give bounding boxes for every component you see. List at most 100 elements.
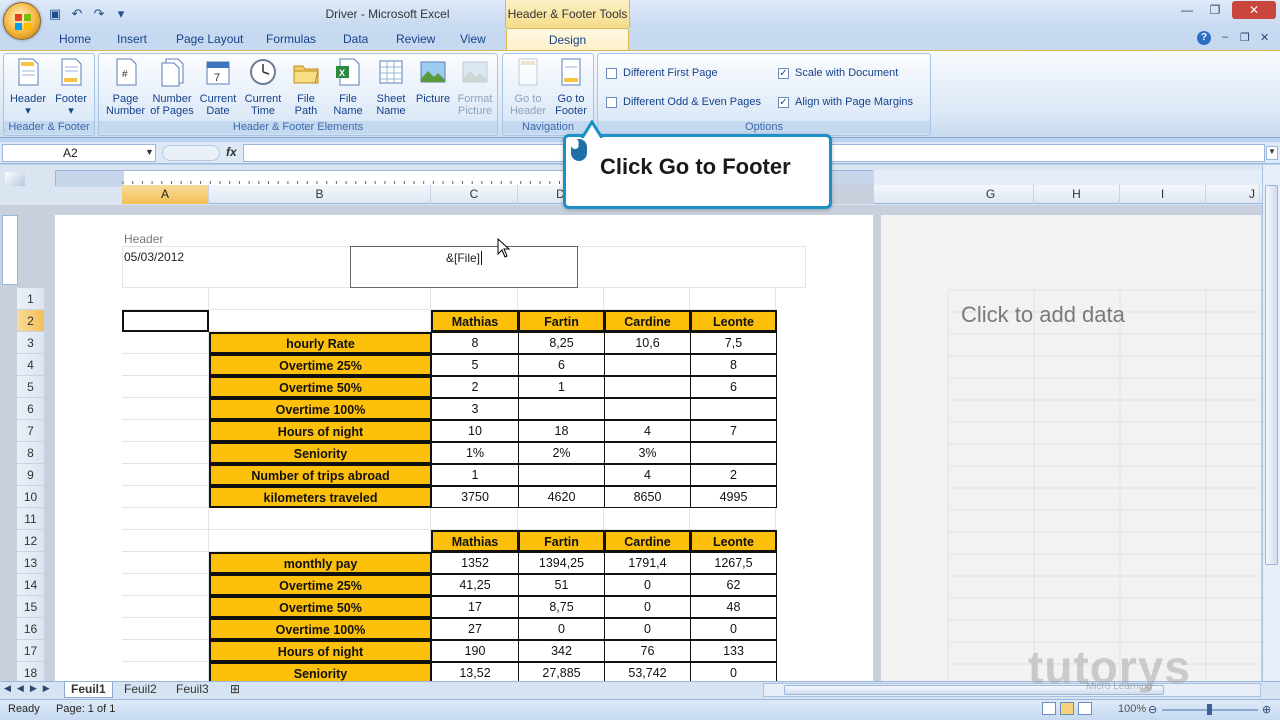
tab-insert[interactable]: Insert <box>117 32 147 46</box>
zoom-in-icon[interactable]: ⊕ <box>1262 703 1271 716</box>
value-cell[interactable]: 0 <box>604 596 691 618</box>
zoom-level[interactable]: 100% <box>1118 703 1146 715</box>
value-cell[interactable]: 17 <box>431 596 519 618</box>
restore-icon[interactable]: ❐ <box>1202 1 1228 19</box>
align-with-page-margins-checkbox[interactable]: ✓ Align with Page Margins <box>778 96 913 108</box>
value-cell[interactable] <box>604 354 691 376</box>
undo-icon[interactable]: ↶ <box>68 5 86 23</box>
ribbon-minimize-icon[interactable]: – <box>1222 31 1228 43</box>
value-cell[interactable] <box>604 376 691 398</box>
value-cell[interactable]: 0 <box>604 574 691 596</box>
checkbox-box[interactable] <box>606 96 617 108</box>
row-label-cell[interactable]: Overtime 25% <box>209 354 432 376</box>
value-cell[interactable]: 2 <box>690 464 777 486</box>
value-cell[interactable] <box>518 464 605 486</box>
sheet-tab-feuil1[interactable]: Feuil1 <box>64 682 113 698</box>
value-cell[interactable]: 1% <box>431 442 519 464</box>
value-cell[interactable]: 1 <box>431 464 519 486</box>
value-cell[interactable]: 190 <box>431 640 519 662</box>
value-cell[interactable]: 6 <box>690 376 777 398</box>
value-cell[interactable]: 0 <box>690 618 777 640</box>
row-label-cell[interactable]: hourly Rate <box>209 332 432 354</box>
value-cell[interactable]: 62 <box>690 574 777 596</box>
row-header[interactable]: 11 <box>17 508 44 530</box>
file-path-button[interactable]: File Path <box>286 57 326 117</box>
value-cell[interactable]: 41,25 <box>431 574 519 596</box>
row-header[interactable]: 4 <box>17 354 44 376</box>
row-label-cell[interactable]: Overtime 25% <box>209 574 432 596</box>
col-header-a[interactable]: A <box>122 185 209 204</box>
value-cell[interactable]: 4 <box>604 464 691 486</box>
value-cell[interactable]: 18 <box>518 420 605 442</box>
expand-formula-bar-icon[interactable]: ▼ <box>1266 146 1278 160</box>
value-cell[interactable]: 7 <box>690 420 777 442</box>
select-all-corner[interactable] <box>5 172 25 186</box>
vertical-scrollbar[interactable] <box>1262 165 1280 681</box>
grid-cell[interactable] <box>122 640 209 662</box>
checkbox-checked[interactable]: ✓ <box>778 96 789 108</box>
zoom-out-icon[interactable]: ⊖ <box>1148 703 1157 716</box>
row-header[interactable]: 9 <box>17 464 44 486</box>
value-cell[interactable]: 7,5 <box>690 332 777 354</box>
grid-cell[interactable] <box>209 530 431 552</box>
save-icon[interactable]: ▣ <box>46 5 64 23</box>
column-name-cell[interactable]: Leonte <box>690 530 777 552</box>
value-cell[interactable]: 1 <box>518 376 605 398</box>
selected-cell-a2[interactable] <box>122 310 209 332</box>
row-label-cell[interactable]: Overtime 50% <box>209 376 432 398</box>
value-cell[interactable]: 133 <box>690 640 777 662</box>
value-cell[interactable]: 10 <box>431 420 519 442</box>
row-label-cell[interactable]: Hours of night <box>209 420 432 442</box>
column-name-cell[interactable]: Cardine <box>604 530 691 552</box>
value-cell[interactable]: 8650 <box>604 486 691 508</box>
formula-scroll-handle[interactable] <box>162 145 220 161</box>
minimize-icon[interactable]: — <box>1174 1 1200 19</box>
scale-with-document-checkbox[interactable]: ✓ Scale with Document <box>778 67 898 79</box>
sheet-tab-feuil3[interactable]: Feuil3 <box>170 682 215 698</box>
checkbox-box[interactable] <box>606 67 617 79</box>
grid-cell[interactable] <box>690 288 776 310</box>
sheet-name-button[interactable]: Sheet Name <box>370 57 412 117</box>
grid-cell[interactable] <box>209 310 431 332</box>
grid-cell[interactable] <box>690 508 776 530</box>
grid-cell[interactable] <box>122 618 209 640</box>
page-break-view-icon[interactable] <box>1078 702 1092 715</box>
tab-view[interactable]: View <box>460 32 486 46</box>
page-layout-view-icon[interactable] <box>1060 702 1074 715</box>
redo-icon[interactable]: ↷ <box>90 5 108 23</box>
value-cell[interactable]: 1394,25 <box>518 552 605 574</box>
name-box-dropdown-icon[interactable]: ▼ <box>145 147 154 157</box>
row-label-cell[interactable]: Overtime 50% <box>209 596 432 618</box>
column-name-cell[interactable]: Mathias <box>431 530 519 552</box>
column-name-cell[interactable]: Fartin <box>518 530 605 552</box>
help-icon[interactable]: ? <box>1197 31 1211 45</box>
insert-function-button[interactable]: fx <box>226 145 237 159</box>
header-date[interactable]: 05/03/2012 <box>124 250 184 264</box>
row-header[interactable]: 12 <box>17 530 44 552</box>
value-cell[interactable]: 27 <box>431 618 519 640</box>
value-cell[interactable]: 5 <box>431 354 519 376</box>
grid-cell[interactable] <box>604 288 690 310</box>
col-header-g[interactable]: G <box>948 185 1034 204</box>
value-cell[interactable]: 6 <box>518 354 605 376</box>
sheet-nav-arrows-icon[interactable]: ◀◀▶▶ <box>4 683 56 694</box>
click-to-add-data[interactable]: Click to add data <box>961 302 1125 328</box>
col-header-j[interactable]: J <box>1206 185 1260 204</box>
grid-cell[interactable] <box>431 288 518 310</box>
value-cell[interactable]: 0 <box>604 618 691 640</box>
row-header[interactable]: 1 <box>17 288 44 310</box>
column-name-cell[interactable]: Leonte <box>690 310 777 332</box>
column-name-cell[interactable]: Mathias <box>431 310 519 332</box>
row-header[interactable]: 14 <box>17 574 44 596</box>
page-number-button[interactable]: # Page Number <box>103 57 148 117</box>
go-to-header-button[interactable]: Go to Header <box>506 57 550 117</box>
insert-sheet-icon[interactable]: ⊞ <box>224 682 246 698</box>
grid-cell[interactable] <box>122 420 209 442</box>
grid-cell[interactable] <box>122 530 209 552</box>
current-time-button[interactable]: Current Time <box>241 57 285 117</box>
office-button[interactable] <box>3 2 41 40</box>
ribbon-restore-icon[interactable]: ❐ <box>1240 31 1250 44</box>
tab-design[interactable]: Design <box>506 28 629 52</box>
grid-cell[interactable] <box>122 354 209 376</box>
col-header-i[interactable]: I <box>1120 185 1206 204</box>
